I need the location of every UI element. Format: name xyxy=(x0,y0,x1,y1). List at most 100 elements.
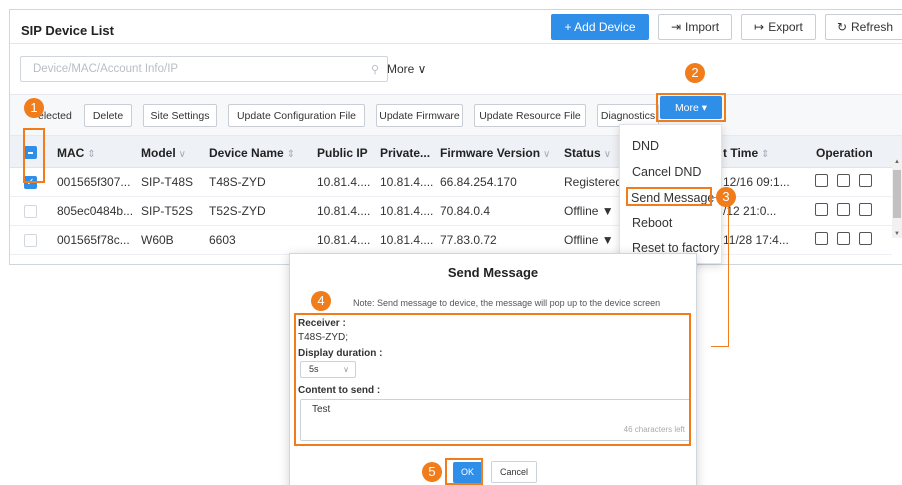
export-button[interactable]: ↦ Export xyxy=(741,14,816,40)
annotation-badge-5: 5 xyxy=(422,462,442,482)
search-icon[interactable]: ⚲ xyxy=(371,63,379,76)
sort-icon: ⇕ xyxy=(87,149,96,160)
header-divider xyxy=(10,43,902,44)
detail-icon[interactable] xyxy=(815,174,828,187)
col-status[interactable]: Status ∨ xyxy=(564,146,611,160)
refresh-label: Refresh xyxy=(851,20,894,34)
col-time[interactable]: t Time ⇕ xyxy=(723,146,770,160)
annotation-box-3 xyxy=(626,187,712,206)
search-placeholder: Device/MAC/Account Info/IP xyxy=(33,63,179,75)
cell-name: T52S-ZYD xyxy=(209,204,266,218)
refresh-button[interactable]: ↻ Refresh xyxy=(825,14,902,40)
cell-status: Offline ▼ xyxy=(564,233,614,247)
site-settings-button[interactable]: Site Settings xyxy=(143,104,217,127)
update-config-button[interactable]: Update Configuration File xyxy=(228,104,365,127)
annotation-badge-1: 1 xyxy=(24,98,44,118)
cell-time: 11/28 17:4... xyxy=(723,233,789,247)
cell-status: Registered xyxy=(564,175,623,189)
cell-public-ip: 10.81.4.... xyxy=(317,175,371,189)
edit-icon[interactable] xyxy=(837,203,850,216)
menu-item-dnd[interactable]: DND xyxy=(632,139,659,153)
import-button[interactable]: ⇥ Import xyxy=(658,14,732,40)
cancel-button[interactable]: Cancel xyxy=(491,461,537,483)
annotation-badge-3: 3 xyxy=(716,187,736,207)
upload-icon[interactable] xyxy=(859,203,872,216)
cell-time: 12/16 09:1... xyxy=(723,175,790,189)
scroll-up-icon[interactable]: ▲ xyxy=(894,159,900,165)
cell-name: T48S-ZYD xyxy=(209,175,266,189)
annotation-box-2 xyxy=(656,93,726,122)
cell-private-ip: 10.81.4.... xyxy=(380,175,434,189)
cell-firmware: 66.84.254.170 xyxy=(440,175,517,189)
table-scrollbar[interactable]: ▲ ▼ xyxy=(892,158,902,238)
dialog-note: Note: Send message to device, the messag… xyxy=(353,298,661,308)
filter-chevron-icon: ∨ xyxy=(543,149,551,160)
row-operations xyxy=(815,203,872,216)
add-device-button[interactable]: + Add Device xyxy=(551,14,649,40)
cell-model: SIP-T48S xyxy=(141,175,194,189)
cell-firmware: 70.84.0.4 xyxy=(440,204,491,218)
cell-name: 6603 xyxy=(209,233,236,247)
edit-icon[interactable] xyxy=(837,232,850,245)
table-row[interactable]: 805ec0484b... SIP-T52S T52S-ZYD 10.81.4.… xyxy=(10,197,892,226)
col-device-name[interactable]: Device Name ⇕ xyxy=(209,146,295,160)
import-icon: ⇥ xyxy=(670,20,682,34)
col-operation: Operation xyxy=(816,146,873,160)
update-resource-button[interactable]: Update Resource File xyxy=(474,104,586,127)
table-row[interactable]: 001565f78c... W60B 6603 10.81.4.... 10.8… xyxy=(10,226,892,255)
more-filter-toggle[interactable]: More ∨ xyxy=(387,62,426,76)
export-icon: ↦ xyxy=(754,20,765,34)
cell-model: SIP-T52S xyxy=(141,204,194,218)
col-firmware[interactable]: Firmware Version ∨ xyxy=(440,146,550,160)
filter-chevron-icon: ∨ xyxy=(178,149,186,160)
col-mac[interactable]: MAC ⇕ xyxy=(57,146,96,160)
cell-private-ip: 10.81.4.... xyxy=(380,233,434,247)
cell-private-ip: 10.81.4.... xyxy=(380,204,434,218)
delete-button[interactable]: Delete xyxy=(84,104,132,127)
refresh-icon: ↻ xyxy=(836,20,848,34)
cell-firmware: 77.83.0.72 xyxy=(440,233,497,247)
annotation-box-1 xyxy=(23,128,45,183)
search-input[interactable]: Device/MAC/Account Info/IP ⚲ xyxy=(20,56,388,82)
detail-icon[interactable] xyxy=(815,203,828,216)
table-row[interactable]: ✓ 001565f307... SIP-T48S T48S-ZYD 10.81.… xyxy=(10,168,892,197)
annotation-connector xyxy=(711,197,729,347)
annotation-box-5 xyxy=(445,458,483,485)
annotation-badge-4: 4 xyxy=(311,291,331,311)
upload-icon[interactable] xyxy=(859,174,872,187)
menu-item-cancel-dnd[interactable]: Cancel DND xyxy=(632,165,701,179)
row-checkbox[interactable] xyxy=(24,234,37,247)
cell-public-ip: 10.81.4.... xyxy=(317,204,371,218)
scroll-down-icon[interactable]: ▼ xyxy=(894,231,900,237)
cell-time: /12 21:0... xyxy=(723,204,777,218)
cell-mac: 805ec0484b... xyxy=(57,204,134,218)
cell-model: W60B xyxy=(141,233,174,247)
sort-icon: ⇕ xyxy=(286,149,296,160)
scroll-thumb[interactable] xyxy=(893,170,901,218)
page-title: SIP Device List xyxy=(21,23,114,38)
edit-icon[interactable] xyxy=(837,174,850,187)
upload-icon[interactable] xyxy=(859,232,872,245)
row-operations xyxy=(815,174,872,187)
col-private-ip: Private... xyxy=(380,146,431,160)
annotation-box-4 xyxy=(294,313,691,446)
detail-icon[interactable] xyxy=(815,232,828,245)
export-label: Export xyxy=(768,20,803,34)
col-model[interactable]: Model ∨ xyxy=(141,146,186,160)
update-firmware-button[interactable]: Update Firmware xyxy=(376,104,463,127)
cell-public-ip: 10.81.4.... xyxy=(317,233,371,247)
cell-status: Offline ▼ xyxy=(564,204,614,218)
table-header: MAC ⇕ Model ∨ Device Name ⇕ Public IP Priva… xyxy=(10,136,902,168)
batch-toolbar: elected Delete Site Settings Update Conf… xyxy=(10,94,902,136)
row-operations xyxy=(815,232,872,245)
sort-icon: ⇕ xyxy=(761,149,770,160)
filter-chevron-icon: ∨ xyxy=(603,149,612,160)
device-list-panel: SIP Device List + Add Device ⇥ Import ↦ … xyxy=(9,9,902,265)
dialog-title: Send Message xyxy=(447,265,539,280)
import-label: Import xyxy=(685,20,720,34)
col-public-ip: Public IP xyxy=(317,146,368,160)
cell-mac: 001565f307... xyxy=(57,175,131,189)
row-checkbox[interactable] xyxy=(24,205,37,218)
menu-item-reboot[interactable]: Reboot xyxy=(632,216,672,230)
annotation-badge-2: 2 xyxy=(685,63,705,83)
